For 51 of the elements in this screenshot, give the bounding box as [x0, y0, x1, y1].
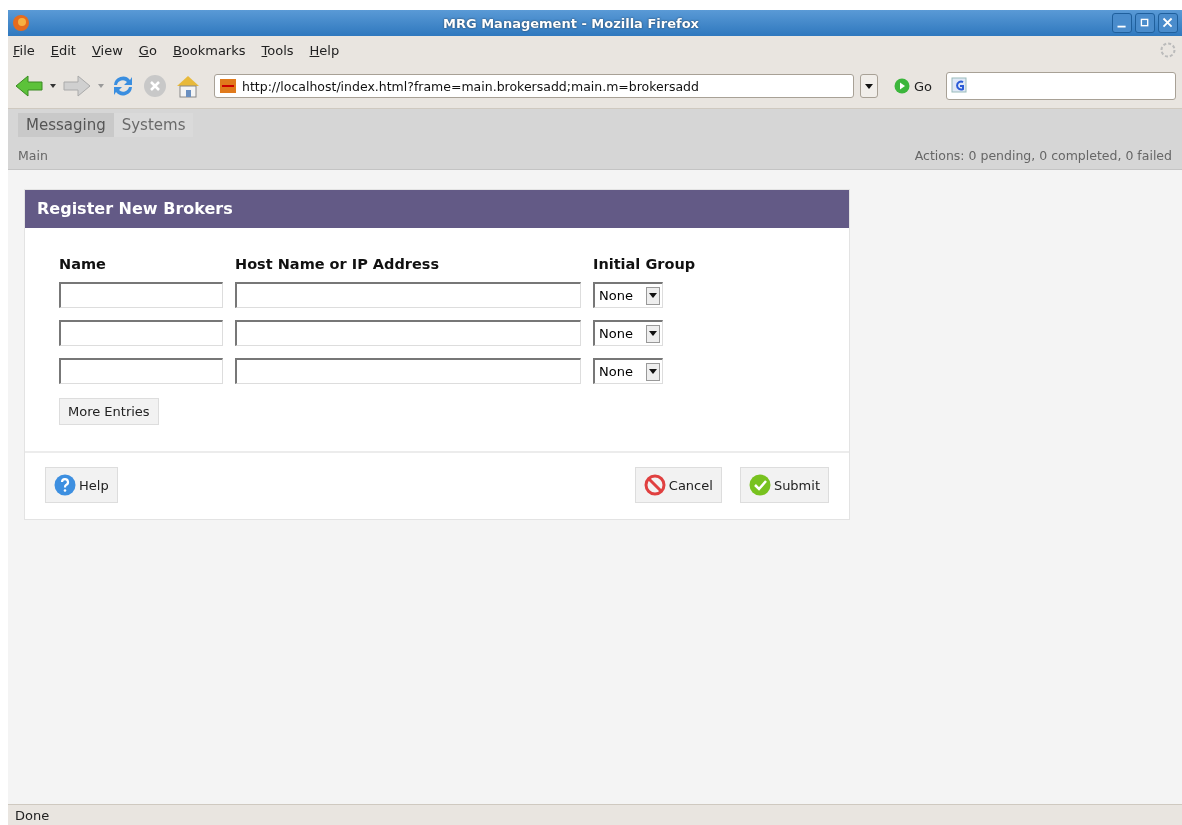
search-field[interactable] — [946, 72, 1176, 100]
help-icon — [54, 474, 76, 496]
menu-item[interactable]: Edit — [50, 42, 76, 58]
tab[interactable]: Messaging — [18, 113, 114, 137]
name-field[interactable] — [59, 282, 223, 308]
go-icon[interactable] — [894, 78, 910, 94]
cancel-button[interactable]: Cancel — [634, 467, 722, 503]
column-header: Host Name or IP Address — [235, 256, 441, 272]
close-button[interactable] — [1158, 13, 1178, 33]
site-icon — [220, 79, 236, 93]
minimize-button[interactable] — [1112, 13, 1132, 33]
menu-item[interactable]: Bookmarks — [172, 42, 246, 58]
dropdown-arrow-icon — [865, 83, 873, 89]
group-select[interactable]: None — [593, 320, 663, 346]
address-bar[interactable]: http://localhost/index.html?frame=main.brokersadd;main.m=brokersadd — [214, 74, 854, 98]
help-button[interactable]: Help — [45, 467, 118, 503]
card-title: Register New Brokers — [25, 190, 849, 228]
cancel-icon — [643, 474, 666, 496]
menu-item[interactable]: File — [13, 42, 35, 58]
menu-item[interactable]: Go — [138, 42, 157, 58]
menu-item[interactable]: Help — [309, 42, 340, 58]
more-entries-button[interactable]: More Entries — [59, 398, 159, 425]
throbber-icon — [1159, 41, 1177, 59]
back-arrow-icon[interactable] — [14, 74, 44, 98]
history-dropdown-button[interactable] — [860, 74, 878, 98]
column-header: Name — [59, 256, 107, 272]
menu-item[interactable]: View — [91, 42, 123, 58]
window-title: MRG Management - Mozilla Firefox — [442, 15, 700, 31]
dropdown-arrow-icon — [649, 293, 657, 298]
group-select[interactable]: None — [593, 358, 663, 384]
breadcrumb-link[interactable]: Main — [18, 148, 48, 163]
dropdown-arrow-icon — [649, 369, 657, 374]
group-select[interactable]: None — [593, 282, 663, 308]
column-header: Initial Group — [593, 256, 697, 272]
search-engine-icon — [951, 77, 970, 95]
name-field[interactable] — [59, 320, 223, 346]
tab[interactable]: Systems — [113, 113, 194, 137]
maximize-button[interactable] — [1135, 13, 1155, 33]
name-field[interactable] — [59, 358, 223, 384]
host-field[interactable] — [235, 282, 581, 308]
menu-item[interactable]: Tools — [261, 42, 294, 58]
host-field[interactable] — [235, 320, 581, 346]
check-icon — [748, 474, 771, 496]
browser-logo-icon — [12, 14, 30, 32]
host-field[interactable] — [235, 358, 581, 384]
dropdown-arrow-icon — [649, 331, 657, 336]
submit-button[interactable]: Submit — [739, 467, 829, 503]
dropdown-arrow-icon[interactable] — [50, 84, 56, 88]
status-text: Done — [15, 807, 50, 823]
go-button[interactable]: Go — [914, 78, 933, 94]
actions-status: Actions: 0 pending, 0 completed, 0 failed — [914, 148, 1172, 163]
